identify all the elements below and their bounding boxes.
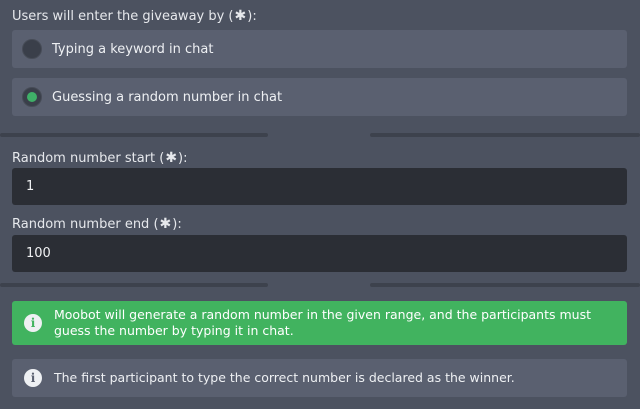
- section-divider-right: [370, 133, 640, 137]
- winner-rule-text: The first participant to type the correc…: [54, 370, 515, 385]
- entry-method-label-text: Users will enter the giveaway by (: [12, 9, 234, 24]
- random-end-label-suffix: ):: [172, 217, 182, 232]
- random-end-label-text: Random number end (: [12, 217, 159, 232]
- random-start-input[interactable]: 1: [12, 168, 627, 205]
- random-number-explainer-text: Moobot will generate a random number in …: [54, 307, 591, 338]
- random-end-label: Random number end (✱):: [12, 216, 182, 232]
- random-number-explainer-callout: i Moobot will generate a random number i…: [12, 301, 627, 345]
- section-divider-right: [370, 283, 640, 287]
- radio-random-number[interactable]: [22, 87, 42, 107]
- giveaway-entry-settings: Users will enter the giveaway by (✱): Ty…: [0, 0, 640, 409]
- required-asterisk-icon: ✱: [159, 216, 172, 232]
- required-asterisk-icon: ✱: [165, 150, 178, 166]
- random-end-input[interactable]: 100: [12, 235, 627, 272]
- entry-method-label: Users will enter the giveaway by (✱):: [12, 8, 257, 24]
- radio-keyword[interactable]: [22, 39, 42, 59]
- random-start-label-text: Random number start (: [12, 151, 165, 166]
- option-random-number-label: Guessing a random number in chat: [52, 89, 283, 105]
- required-asterisk-icon: ✱: [234, 8, 247, 24]
- option-keyword-label: Typing a keyword in chat: [52, 41, 214, 57]
- option-random-number[interactable]: Guessing a random number in chat: [12, 78, 627, 116]
- random-start-label: Random number start (✱):: [12, 150, 188, 166]
- entry-method-label-suffix: ):: [247, 9, 257, 24]
- section-divider-left: [0, 283, 268, 287]
- radio-selected-dot: [27, 92, 37, 102]
- random-start-label-suffix: ):: [178, 151, 188, 166]
- option-keyword[interactable]: Typing a keyword in chat: [12, 30, 627, 68]
- info-icon: i: [24, 369, 42, 387]
- section-divider-left: [0, 133, 268, 137]
- winner-rule-callout: i The first participant to type the corr…: [12, 359, 627, 397]
- info-icon: i: [24, 314, 42, 332]
